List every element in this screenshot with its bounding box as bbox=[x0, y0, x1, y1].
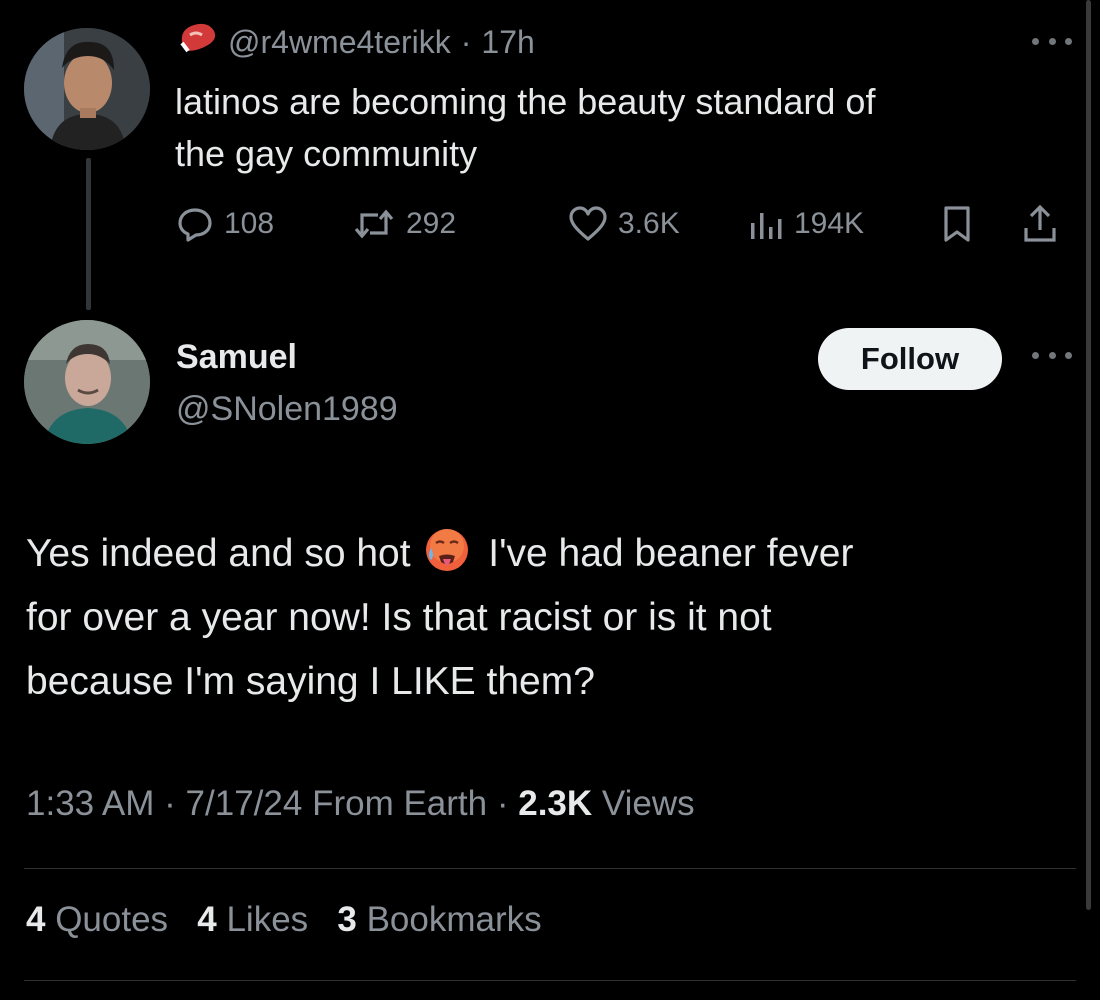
reply-more-icon[interactable] bbox=[1032, 352, 1072, 362]
parent-handle[interactable]: @r4wme4terikk bbox=[228, 24, 451, 61]
reply-text: Yes indeed and so hot I've had beaner fe… bbox=[26, 522, 1066, 714]
quotes-stat[interactable]: 4 Quotes bbox=[26, 900, 168, 939]
scrollbar[interactable] bbox=[1086, 0, 1091, 910]
reply-views-label: Views bbox=[601, 784, 695, 823]
parent-time[interactable]: 17h bbox=[481, 24, 534, 61]
reply-handle[interactable]: @SNolen1989 bbox=[176, 390, 398, 429]
views-action[interactable]: 194K bbox=[748, 200, 864, 248]
thread-line bbox=[86, 158, 91, 310]
likes-count: 4 bbox=[197, 900, 217, 939]
reply-location: From Earth bbox=[312, 784, 488, 823]
follow-button[interactable]: Follow bbox=[818, 328, 1002, 390]
parent-more-icon[interactable] bbox=[1032, 38, 1072, 48]
steak-icon bbox=[178, 21, 218, 63]
reply-meta: 1:33 AM · 7/17/24 From Earth · 2.3K View… bbox=[26, 784, 695, 824]
bookmarks-label: Bookmarks bbox=[366, 900, 542, 939]
bookmark-action[interactable] bbox=[940, 200, 974, 248]
like-action[interactable]: 3.6K bbox=[568, 200, 680, 248]
reply-stats: 4 Quotes 4 Likes 3 Bookmarks bbox=[26, 900, 542, 940]
bookmark-icon bbox=[940, 204, 974, 244]
bookmarks-stat[interactable]: 3 Bookmarks bbox=[337, 900, 541, 939]
reply-count: 108 bbox=[224, 207, 275, 240]
repost-action[interactable]: 292 bbox=[352, 200, 456, 248]
divider bbox=[24, 868, 1076, 869]
repost-icon bbox=[352, 205, 396, 243]
reply-avatar[interactable] bbox=[24, 320, 150, 444]
parent-text: latinos are becoming the beauty standard… bbox=[175, 76, 1055, 180]
reply-display-name[interactable]: Samuel bbox=[176, 338, 297, 377]
meta-separator: · bbox=[164, 784, 176, 823]
heart-icon bbox=[568, 205, 608, 243]
reply-action[interactable]: 108 bbox=[176, 200, 274, 248]
parent-action-bar: 108 292 3.6K 194K bbox=[176, 200, 1076, 248]
reply-icon bbox=[176, 205, 214, 243]
reply-date[interactable]: 7/17/24 bbox=[186, 784, 303, 823]
header-separator: · bbox=[460, 23, 472, 60]
reply-text-line: for over a year now! Is that racist or i… bbox=[26, 596, 772, 639]
likes-label: Likes bbox=[226, 900, 309, 939]
parent-header: @r4wme4terikk · 17h bbox=[178, 20, 535, 64]
share-icon bbox=[1022, 204, 1058, 244]
divider bbox=[24, 980, 1076, 981]
share-action[interactable] bbox=[1022, 200, 1058, 248]
parent-text-line: the gay community bbox=[175, 133, 478, 174]
parent-avatar[interactable] bbox=[24, 28, 150, 150]
reply-time[interactable]: 1:33 AM bbox=[26, 784, 154, 823]
hot-face-emoji-icon bbox=[423, 526, 471, 574]
reply-views-count: 2.3K bbox=[518, 784, 593, 823]
likes-stat[interactable]: 4 Likes bbox=[197, 900, 308, 939]
reply-text-line: because I'm saying I LIKE them? bbox=[26, 660, 595, 703]
meta-separator: · bbox=[496, 784, 509, 823]
views-count: 194K bbox=[794, 207, 865, 240]
quotes-label: Quotes bbox=[55, 900, 169, 939]
bookmarks-count: 3 bbox=[337, 900, 357, 939]
reply-text-part: I've had beaner fever bbox=[488, 532, 854, 575]
quotes-count: 4 bbox=[26, 900, 46, 939]
reply-text-part: Yes indeed and so hot bbox=[26, 532, 411, 575]
views-chart-icon bbox=[748, 205, 784, 243]
like-count: 3.6K bbox=[618, 207, 680, 240]
reply-text-line: Yes indeed and so hot I've had beaner fe… bbox=[26, 522, 1066, 586]
parent-text-line: latinos are becoming the beauty standard… bbox=[175, 81, 876, 122]
repost-count: 292 bbox=[406, 207, 457, 240]
